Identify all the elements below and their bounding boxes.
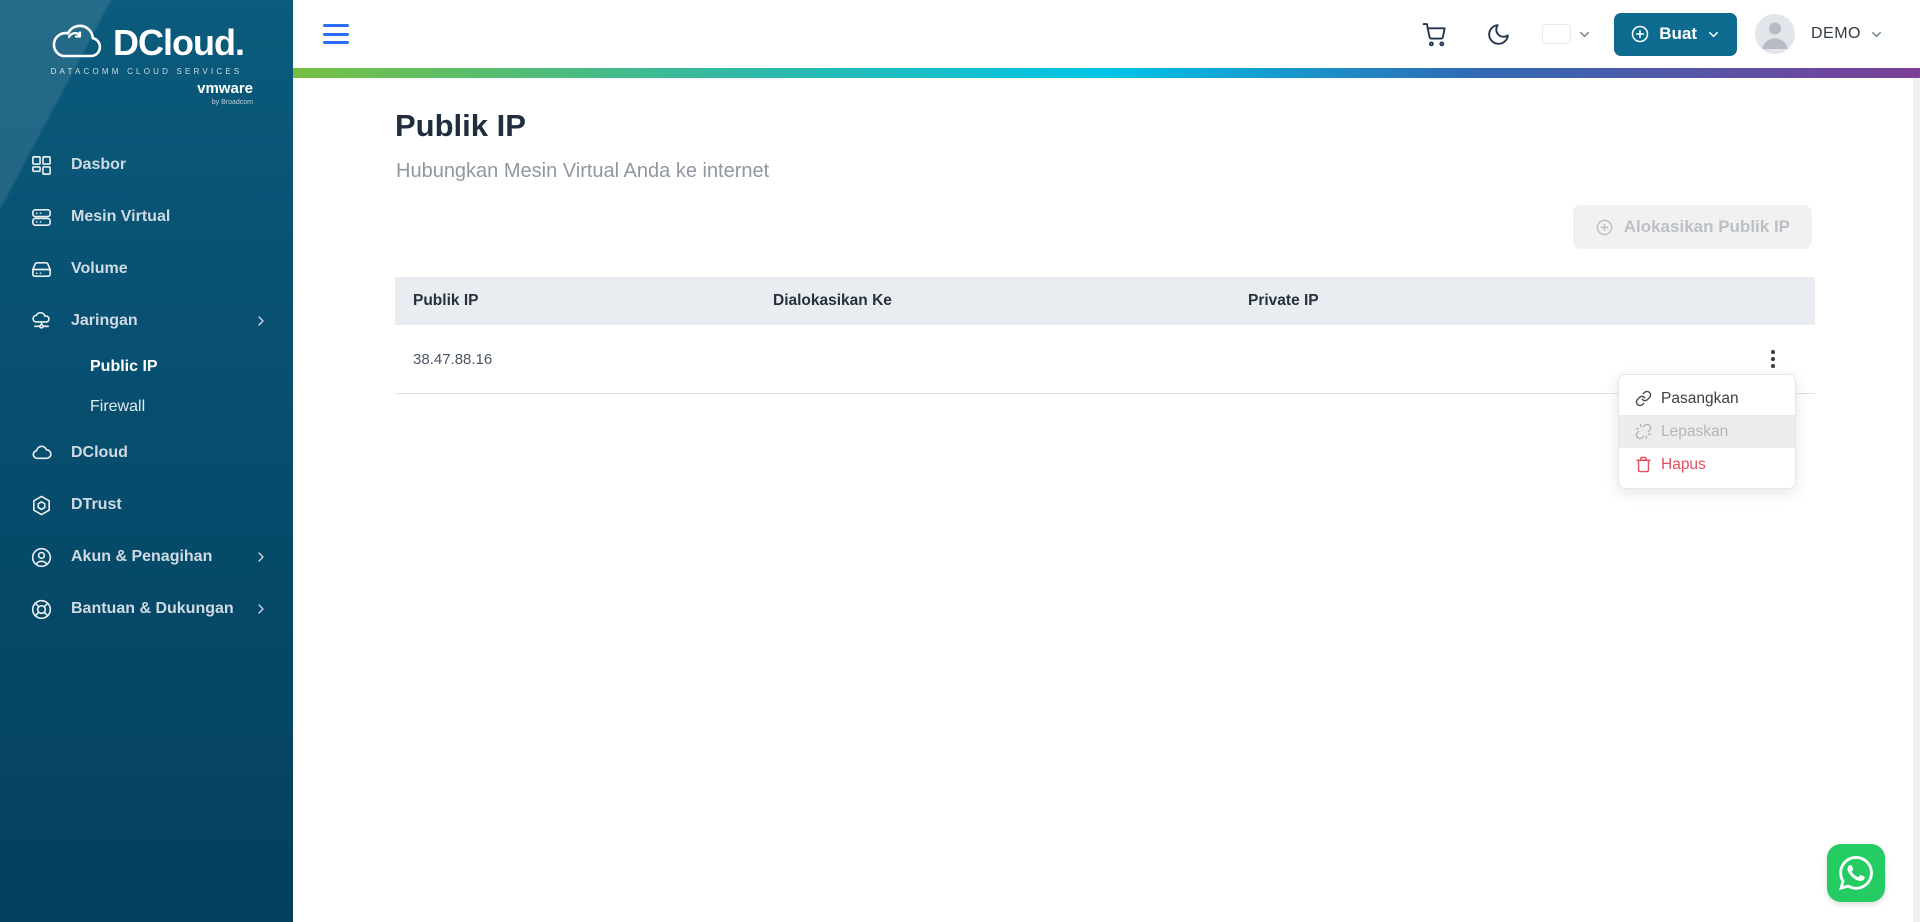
- life-buoy-icon: [30, 598, 53, 621]
- table-header: Publik IP Dialokasikan Ke Private IP: [395, 277, 1815, 325]
- chevron-right-icon: [253, 313, 269, 329]
- sidebar-item-label: Dasbor: [71, 156, 269, 174]
- sidebar-item-label: DTrust: [71, 496, 269, 514]
- main-content: Publik IP Hubungkan Mesin Virtual Anda k…: [293, 78, 1920, 922]
- column-header-dialokasikan-ke: Dialokasikan Ke: [755, 292, 1230, 310]
- sidebar-item-label: Firewall: [90, 398, 145, 416]
- link-icon: [1635, 390, 1652, 407]
- cart-icon[interactable]: [1422, 22, 1447, 47]
- table-row: 38.47.88.16: [395, 325, 1815, 394]
- vendor-name: vmware: [197, 80, 253, 97]
- sidebar-item-bantuan-dukungan[interactable]: Bantuan & Dukungan: [0, 583, 293, 635]
- sidebar-item-dtrust[interactable]: DTrust: [0, 479, 293, 531]
- sidebar-item-dcloud[interactable]: DCloud: [0, 427, 293, 479]
- topbar-actions: Buat DEMO: [1422, 13, 1920, 56]
- sidebar-item-public-ip[interactable]: Public IP: [0, 347, 293, 387]
- column-header-publik-ip: Publik IP: [395, 292, 755, 310]
- sidebar-item-volume[interactable]: Volume: [0, 243, 293, 295]
- hexagon-shield-icon: [30, 494, 53, 517]
- page-subtitle: Hubungkan Mesin Virtual Anda ke internet: [396, 160, 769, 183]
- user-menu[interactable]: DEMO: [1811, 25, 1884, 43]
- cell-public-ip: 38.47.88.16: [395, 351, 755, 368]
- menu-item-hapus[interactable]: Hapus: [1619, 448, 1795, 481]
- scrollbar[interactable]: [1913, 78, 1920, 922]
- brand-logo[interactable]: DCloud. DATACOMM CLOUD SERVICES vmware b…: [0, 0, 293, 106]
- user-avatar[interactable]: [1755, 14, 1795, 54]
- sidebar-item-jaringan[interactable]: Jaringan: [0, 295, 293, 347]
- chevron-down-icon: [1869, 27, 1884, 42]
- row-actions-kebab-button[interactable]: [1758, 344, 1788, 374]
- sidebar-item-firewall[interactable]: Firewall: [0, 387, 293, 427]
- cloud-network-icon: [30, 310, 53, 333]
- allocate-public-ip-button[interactable]: Alokasikan Publik IP: [1573, 205, 1812, 249]
- whatsapp-button[interactable]: [1827, 844, 1885, 902]
- sidebar-item-dasbor[interactable]: Dasbor: [0, 139, 293, 191]
- brand-name: DCloud.: [113, 22, 244, 64]
- sidebar-item-label: Mesin Virtual: [71, 208, 269, 226]
- public-ip-table: Publik IP Dialokasikan Ke Private IP 38.…: [395, 277, 1815, 394]
- chevron-down-icon: [1706, 27, 1721, 42]
- plus-circle-icon: [1595, 218, 1614, 237]
- sidebar: DCloud. DATACOMM CLOUD SERVICES vmware b…: [0, 0, 293, 922]
- account-icon: [30, 546, 53, 569]
- menu-item-lepaskan[interactable]: Lepaskan: [1619, 415, 1795, 448]
- row-context-menu: Pasangkan Lepaskan Hapus: [1618, 374, 1796, 489]
- whatsapp-icon: [1839, 856, 1873, 890]
- menu-item-label: Lepaskan: [1661, 423, 1728, 441]
- vendor-logo: vmware by Broadcom: [24, 80, 269, 106]
- indonesia-flag-icon: [1543, 25, 1570, 43]
- sidebar-item-label: Jaringan: [71, 312, 253, 330]
- cloud-logo-icon: [49, 23, 105, 63]
- allocate-button-label: Alokasikan Publik IP: [1624, 217, 1790, 237]
- hamburger-menu-icon[interactable]: [323, 24, 349, 44]
- sidebar-item-label: Public IP: [90, 358, 158, 376]
- dark-mode-moon-icon[interactable]: [1486, 22, 1511, 47]
- sidebar-item-label: Volume: [71, 260, 269, 278]
- hard-drive-icon: [30, 258, 53, 281]
- column-header-private-ip: Private IP: [1230, 292, 1731, 310]
- menu-item-label: Hapus: [1661, 456, 1706, 474]
- accent-gradient-bar: [293, 68, 1920, 78]
- dashboard-icon: [30, 154, 53, 177]
- cloud-icon: [30, 442, 53, 465]
- language-selector[interactable]: [1543, 25, 1592, 43]
- topbar: Buat DEMO: [293, 0, 1920, 68]
- sidebar-item-label: Bantuan & Dukungan: [71, 600, 253, 618]
- chevron-right-icon: [253, 601, 269, 617]
- sidebar-item-mesin-virtual[interactable]: Mesin Virtual: [0, 191, 293, 243]
- sidebar-item-akun-penagihan[interactable]: Akun & Penagihan: [0, 531, 293, 583]
- sidebar-nav: Dasbor Mesin Virtual Volume Jaringan: [0, 139, 293, 635]
- create-button[interactable]: Buat: [1614, 13, 1737, 56]
- trash-icon: [1635, 456, 1652, 473]
- create-button-label: Buat: [1659, 24, 1697, 44]
- chevron-down-icon: [1577, 27, 1592, 42]
- user-name: DEMO: [1811, 25, 1861, 43]
- server-icon: [30, 206, 53, 229]
- app-root: DCloud. DATACOMM CLOUD SERVICES vmware b…: [0, 0, 1920, 922]
- menu-item-label: Pasangkan: [1661, 390, 1739, 408]
- menu-item-pasangkan[interactable]: Pasangkan: [1619, 382, 1795, 415]
- page-title: Publik IP: [395, 108, 526, 144]
- vendor-sub: by Broadcom: [24, 99, 253, 106]
- chevron-right-icon: [253, 549, 269, 565]
- plus-circle-icon: [1630, 24, 1650, 44]
- brand-tagline: DATACOMM CLOUD SERVICES: [24, 67, 269, 76]
- sidebar-item-label: Akun & Penagihan: [71, 548, 253, 566]
- unlink-icon: [1635, 423, 1652, 440]
- sidebar-item-label: DCloud: [71, 444, 269, 462]
